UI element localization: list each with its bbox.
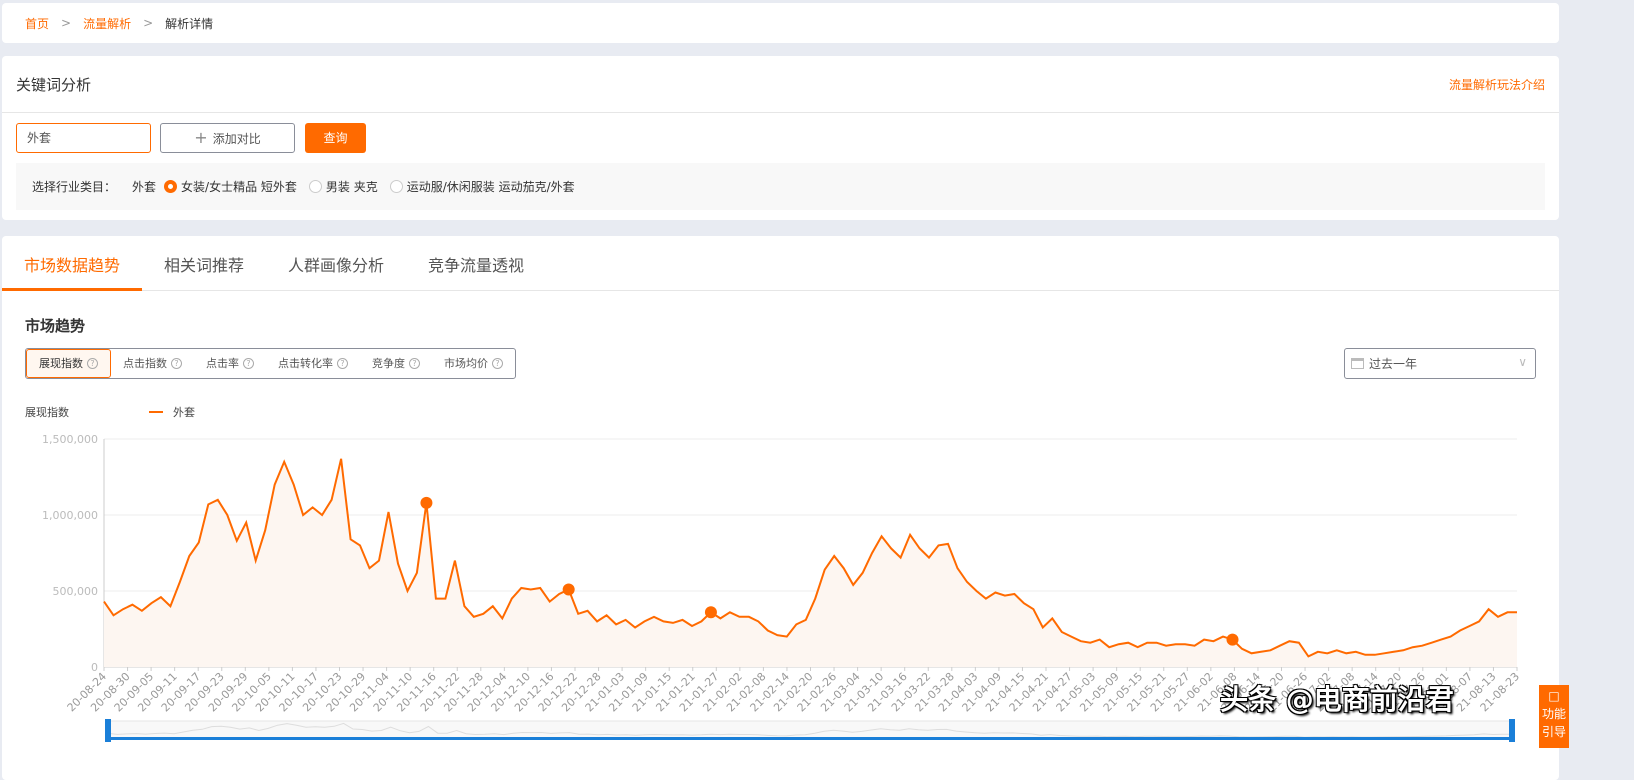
zoom-slider-handle-right[interactable]: [1509, 719, 1515, 742]
y-tick-label: 500,000: [53, 585, 99, 598]
guide-label: 功能: [1541, 707, 1566, 721]
series-area: [104, 458, 1517, 667]
data-point-marker: [562, 583, 575, 596]
trend-chart: 0500,0001,000,0001,500,00020-08-2420-08-…: [42, 433, 1522, 742]
data-point-marker: [704, 606, 717, 619]
zoom-slider-handle-left[interactable]: [105, 719, 111, 742]
zoom-slider-range[interactable]: [108, 737, 1512, 740]
zoom-slider-track: [107, 720, 1513, 740]
watermark: 头条 @电商前沿君: [1220, 683, 1454, 716]
data-point-marker: [1226, 633, 1239, 646]
y-tick-label: 1,000,000: [42, 509, 98, 522]
book-icon: □: [1548, 689, 1560, 703]
feature-guide-button[interactable]: □ 功能 引导: [1539, 685, 1569, 748]
y-tick-label: 1,500,000: [42, 433, 98, 446]
guide-label: 引导: [1541, 725, 1566, 739]
data-point-marker: [420, 496, 433, 509]
